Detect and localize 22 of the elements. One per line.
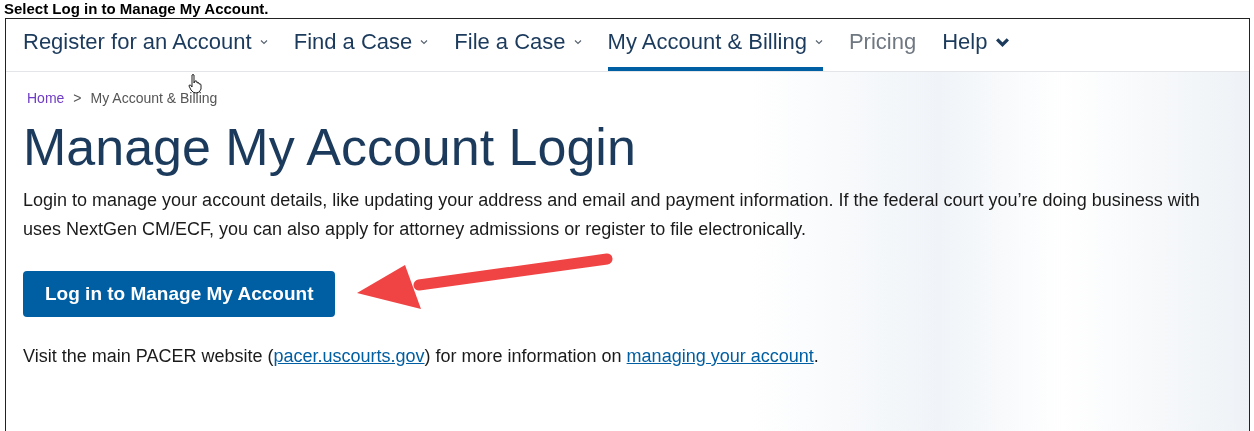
- login-button[interactable]: Log in to Manage My Account: [23, 271, 336, 317]
- breadcrumb-current: My Account & Billing: [90, 90, 218, 106]
- nav-tab[interactable]: File a Case: [454, 29, 582, 71]
- nav-tab[interactable]: Find a Case: [293, 29, 429, 71]
- nav-tab[interactable]: My Account & Billing: [607, 29, 823, 71]
- hand-cursor-icon: [188, 74, 202, 94]
- caret-icon: [420, 39, 429, 45]
- caret-icon: [995, 36, 1011, 48]
- breadcrumb-separator: >: [73, 90, 82, 106]
- intro-paragraph: Login to manage your account details, like updating your address and email and payment information. If the federal court you’re doing business with uses NextGen CM/ECF, you can also apply for attorney admissions or register to file electronically.: [23, 189, 1201, 241]
- nav-tab[interactable]: Register for an Account: [23, 29, 268, 71]
- caret-icon: [814, 39, 823, 45]
- instruction-caption: Select Log in to Manage My Account.: [3, 0, 270, 18]
- page-heading: Manage My Account Login: [23, 117, 637, 178]
- nav-tab[interactable]: Pricing: [848, 29, 917, 71]
- breadcrumb-link[interactable]: Home: [27, 90, 65, 106]
- info-paragraph: Visit the main PACER website (pacer.uscourts.gov) for more information on managing your account.: [23, 346, 820, 367]
- caret-icon: [573, 39, 582, 45]
- website-link[interactable]: pacer.uscourts.gov: [273, 346, 425, 366]
- caret-icon: [259, 39, 268, 45]
- account-help-link[interactable]: managing your account: [626, 346, 814, 366]
- nav-tab[interactable]: Help: [942, 29, 1011, 71]
